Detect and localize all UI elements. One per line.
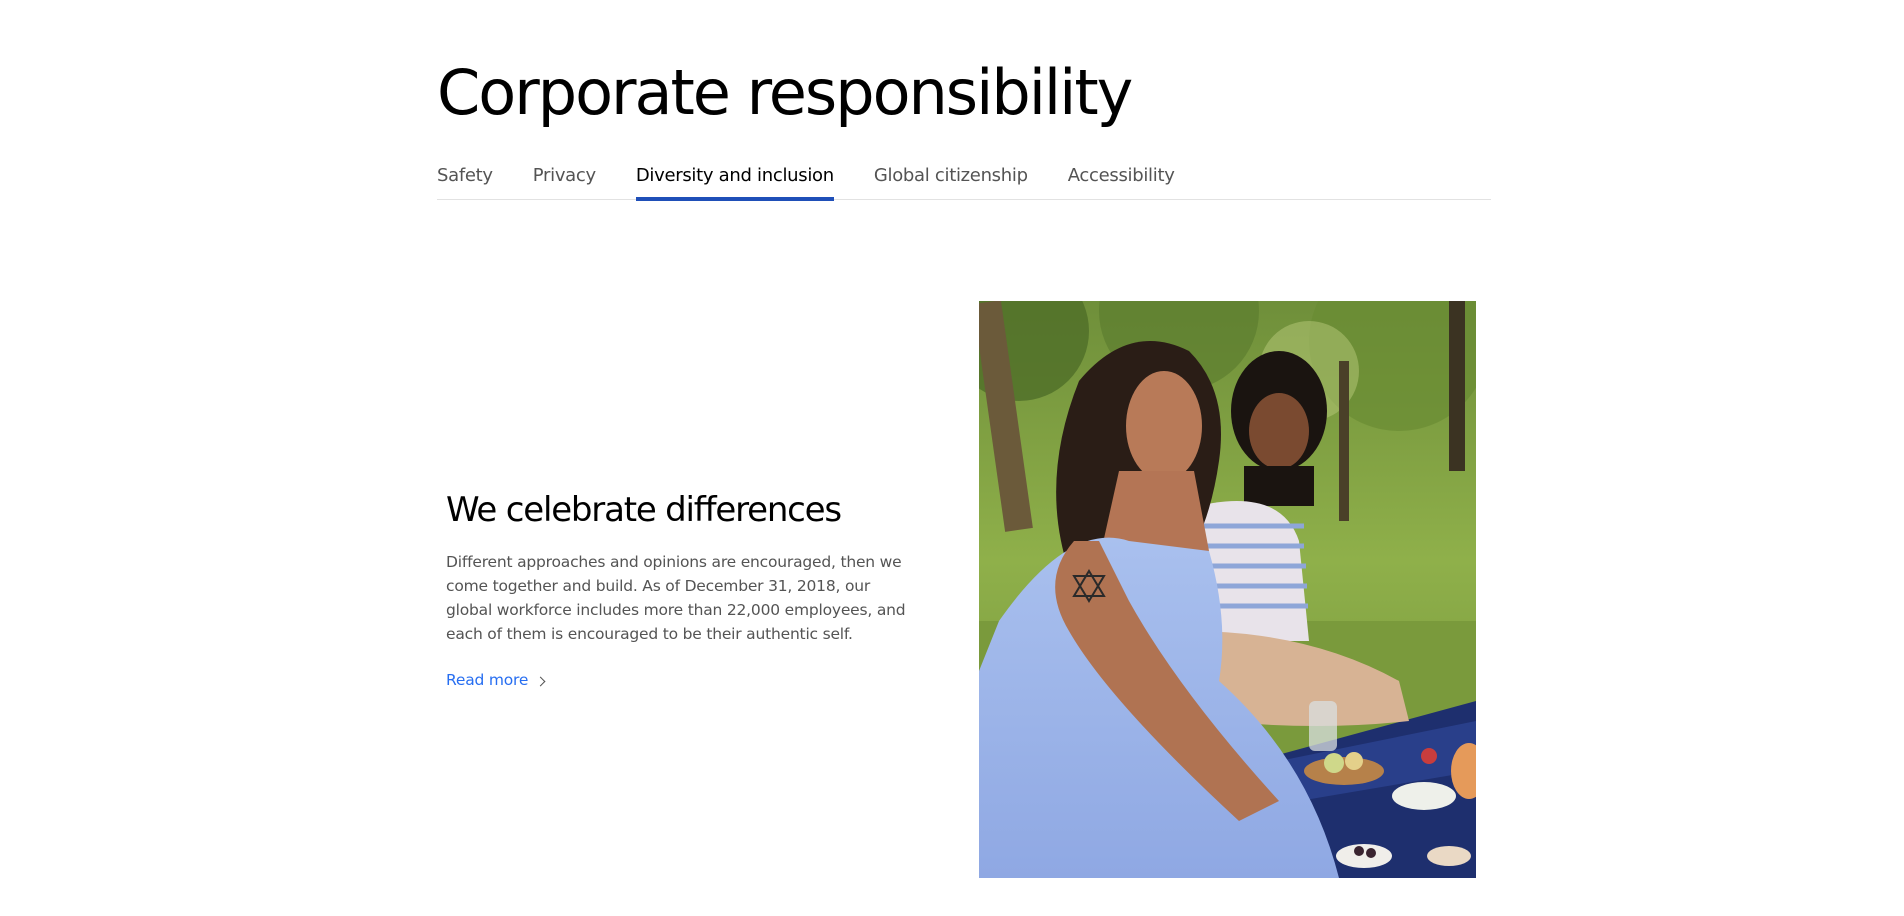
page: Corporate responsibility Safety Privacy … — [0, 0, 1904, 916]
section-body: Different approaches and opinions are en… — [446, 553, 906, 643]
picnic-photo — [979, 301, 1476, 878]
page-title: Corporate responsibility — [437, 56, 1133, 129]
read-more-label: Read more — [446, 671, 529, 689]
tab-bar: Safety Privacy Diversity and inclusion G… — [437, 160, 1491, 201]
tab-accessibility[interactable]: Accessibility — [1068, 160, 1175, 200]
tab-privacy[interactable]: Privacy — [533, 160, 596, 200]
read-more-link[interactable]: Read more — [446, 668, 546, 692]
chevron-right-icon — [535, 676, 546, 686]
tab-safety[interactable]: Safety — [437, 160, 493, 200]
tab-diversity-and-inclusion[interactable]: Diversity and inclusion — [635, 160, 834, 201]
section-heading: We celebrate differences — [446, 490, 842, 530]
picnic-photo-illustration — [979, 301, 1476, 878]
tab-global-citizenship[interactable]: Global citizenship — [874, 160, 1028, 200]
